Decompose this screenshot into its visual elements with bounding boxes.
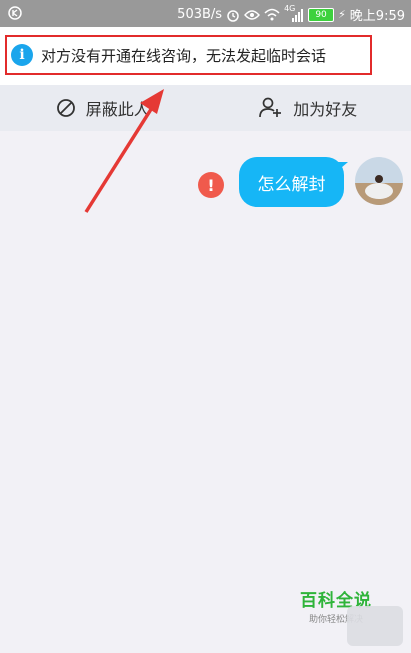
- network-speed: 503B/s: [177, 7, 223, 22]
- notice-highlight-box: i 对方没有开通在线咨询，无法发起临时会话: [5, 35, 372, 75]
- add-friend-icon: [259, 97, 282, 118]
- message-bubble[interactable]: 怎么解封: [239, 157, 344, 207]
- input-button[interactable]: [347, 606, 403, 646]
- battery-indicator: 90: [308, 7, 335, 22]
- message-text: 怎么解封: [257, 174, 326, 195]
- status-time: 晚上9:59: [349, 9, 405, 24]
- signal-icon: 4G: [284, 4, 304, 22]
- user-avatar[interactable]: [355, 157, 403, 205]
- avatar-image: [355, 157, 403, 205]
- eye-icon: [244, 9, 260, 20]
- alarm-icon: [227, 9, 239, 22]
- block-user-button[interactable]: 屏蔽此人: [0, 85, 206, 131]
- action-bar: 屏蔽此人 加为好友: [0, 85, 411, 131]
- block-icon: [56, 99, 75, 117]
- battery-level: 90: [315, 9, 327, 20]
- add-friend-button[interactable]: 加为好友: [206, 85, 411, 131]
- send-failed-icon[interactable]: !: [198, 172, 224, 198]
- info-icon: i: [11, 44, 33, 66]
- chat-area[interactable]: ! 怎么解封: [0, 131, 411, 653]
- charging-icon: ⚡: [338, 8, 346, 21]
- app-notification-icon: [8, 6, 22, 20]
- block-user-label: 屏蔽此人: [85, 100, 150, 119]
- wifi-icon: [264, 8, 280, 21]
- add-friend-label: 加为好友: [293, 100, 358, 119]
- notice-banner: i 对方没有开通在线咨询，无法发起临时会话: [0, 27, 411, 85]
- notice-text: 对方没有开通在线咨询，无法发起临时会话: [41, 46, 327, 65]
- status-bar: 503B/s 4G 90 ⚡ 晚上9:59: [0, 0, 411, 27]
